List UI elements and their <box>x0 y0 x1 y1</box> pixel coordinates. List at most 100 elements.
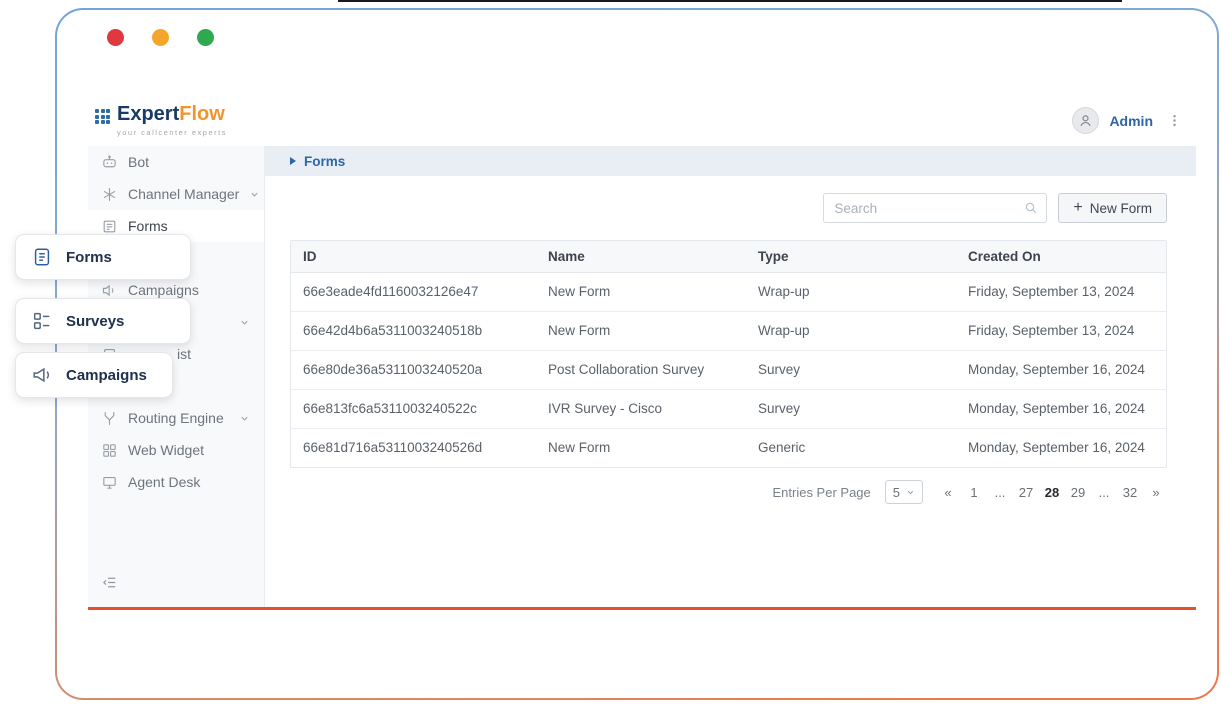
breadcrumb-arrow-icon <box>290 157 296 165</box>
zoom-window-button[interactable] <box>197 29 214 46</box>
logo-word-secondary: Flow <box>179 103 225 125</box>
cell-type: Generic <box>746 428 956 467</box>
new-form-button-label: New Form <box>1090 201 1152 216</box>
cell-name: IVR Survey - Cisco <box>536 389 746 428</box>
callout-label: Surveys <box>66 313 124 330</box>
table-row[interactable]: 66e42d4b6a5311003240518b New Form Wrap-u… <box>291 311 1166 350</box>
bot-icon <box>101 154 118 171</box>
entries-per-page-label: Entries Per Page <box>772 485 870 500</box>
sidebar-item-label: Campaigns <box>128 282 199 298</box>
pagination: Entries Per Page 5 « 1 ... 27 28 29 <box>290 480 1167 504</box>
cell-id: 66e42d4b6a5311003240518b <box>291 311 536 350</box>
sidebar-item-routing-engine[interactable]: Routing Engine <box>88 402 264 434</box>
sidebar-item-label: Web Widget <box>128 442 204 458</box>
avatar[interactable] <box>1072 107 1099 134</box>
sidebar-item-agent-desk[interactable]: Agent Desk <box>88 466 264 498</box>
logo-word-primary: Expert <box>117 103 179 125</box>
campaigns-icon <box>101 282 118 299</box>
plus-icon: + <box>1073 200 1082 216</box>
column-header-name: Name <box>536 241 746 272</box>
new-form-button[interactable]: + New Form <box>1058 193 1167 223</box>
pager-ellipsis: ... <box>1093 480 1115 504</box>
entries-per-page-value: 5 <box>893 485 900 500</box>
sidebar-item-label: Routing Engine <box>128 410 224 426</box>
cell-id: 66e81d716a5311003240526d <box>291 428 536 467</box>
pager-ellipsis: ... <box>989 480 1011 504</box>
search-box <box>823 193 1047 223</box>
breadcrumb-current[interactable]: Forms <box>304 154 345 169</box>
logo-wordmark: ExpertFlow <box>117 107 225 124</box>
cell-created-on: Monday, September 16, 2024 <box>956 350 1166 389</box>
cell-type: Survey <box>746 350 956 389</box>
pager-page-current[interactable]: 28 <box>1041 480 1063 504</box>
cell-name: New Form <box>536 311 746 350</box>
user-name: Admin <box>1109 113 1153 129</box>
chevron-down-icon <box>239 317 250 328</box>
pager-page[interactable]: 1 <box>963 480 985 504</box>
cell-created-on: Monday, September 16, 2024 <box>956 389 1166 428</box>
pager-page[interactable]: 32 <box>1119 480 1141 504</box>
table-row[interactable]: 66e813fc6a5311003240522c IVR Survey - Ci… <box>291 389 1166 428</box>
table-row[interactable]: 66e3eade4fd1160032126e47 New Form Wrap-u… <box>291 272 1166 311</box>
entries-per-page-select[interactable]: 5 <box>885 480 923 504</box>
cell-name: New Form <box>536 272 746 311</box>
sidebar-item-label: ist <box>177 346 191 362</box>
table-header-row: ID Name Type Created On <box>291 241 1166 272</box>
cell-type: Survey <box>746 389 956 428</box>
window-top-edge <box>338 0 1122 2</box>
logo-grid-icon <box>95 109 110 124</box>
search-input[interactable] <box>823 193 1047 223</box>
pager-prev[interactable]: « <box>937 480 959 504</box>
table-row[interactable]: 66e81d716a5311003240526d New Form Generi… <box>291 428 1166 467</box>
sidebar-item-label: Agent Desk <box>128 474 200 490</box>
browser-window-content: ExpertFlow your callcenter experts Admin <box>57 10 1217 698</box>
expertflow-app: ExpertFlow your callcenter experts Admin <box>88 95 1196 610</box>
sidebar-collapse-button[interactable] <box>101 574 118 591</box>
cell-created-on: Friday, September 13, 2024 <box>956 311 1166 350</box>
chevron-down-icon <box>906 488 915 497</box>
column-header-type: Type <box>746 241 956 272</box>
expertflow-logo: ExpertFlow your callcenter experts <box>95 104 227 137</box>
cell-id: 66e3eade4fd1160032126e47 <box>291 272 536 311</box>
pager-page[interactable]: 29 <box>1067 480 1089 504</box>
cell-type: Wrap-up <box>746 311 956 350</box>
close-window-button[interactable] <box>107 29 124 46</box>
main-content: Forms + New <box>265 146 1196 607</box>
callout-forms[interactable]: Forms <box>15 234 191 280</box>
cell-type: Wrap-up <box>746 272 956 311</box>
cell-id: 66e80de36a5311003240520a <box>291 350 536 389</box>
chevron-down-icon <box>249 189 260 200</box>
search-icon <box>1023 200 1039 216</box>
toolbar: + New Form <box>290 193 1167 223</box>
column-header-id: ID <box>291 241 536 272</box>
pager: « 1 ... 27 28 29 ... 32 » <box>937 480 1167 504</box>
pager-next[interactable]: » <box>1145 480 1167 504</box>
sidebar-item-channel-manager[interactable]: Channel Manager <box>88 178 264 210</box>
cell-created-on: Friday, September 13, 2024 <box>956 272 1166 311</box>
app-header: ExpertFlow your callcenter experts Admin <box>88 95 1196 146</box>
pager-page[interactable]: 27 <box>1015 480 1037 504</box>
callout-campaigns[interactable]: Campaigns <box>15 352 173 398</box>
person-icon <box>1077 112 1094 129</box>
campaigns-icon <box>31 364 53 386</box>
routing-engine-icon <box>101 410 118 427</box>
sidebar-item-label: Forms <box>128 218 168 234</box>
web-widget-icon <box>101 442 118 459</box>
callout-label: Forms <box>66 249 112 266</box>
forms-table: ID Name Type Created On 66e3eade4fd11600… <box>290 240 1167 468</box>
sidebar-item-label: Channel Manager <box>128 186 239 202</box>
browser-window: ExpertFlow your callcenter experts Admin <box>55 8 1219 700</box>
column-header-created-on: Created On <box>956 241 1166 272</box>
breadcrumb: Forms <box>265 146 1196 176</box>
callout-surveys[interactable]: Surveys <box>15 298 191 344</box>
minimize-window-button[interactable] <box>152 29 169 46</box>
cell-name: New Form <box>536 428 746 467</box>
sidebar-item-web-widget[interactable]: Web Widget <box>88 434 264 466</box>
forms-icon <box>31 246 53 268</box>
collapse-sidebar-icon <box>101 574 118 591</box>
window-controls <box>107 29 214 46</box>
table-row[interactable]: 66e80de36a5311003240520a Post Collaborat… <box>291 350 1166 389</box>
kebab-menu-icon[interactable] <box>1163 110 1186 131</box>
sidebar-item-label: Bot <box>128 154 149 170</box>
sidebar-item-bot[interactable]: Bot <box>88 146 264 178</box>
